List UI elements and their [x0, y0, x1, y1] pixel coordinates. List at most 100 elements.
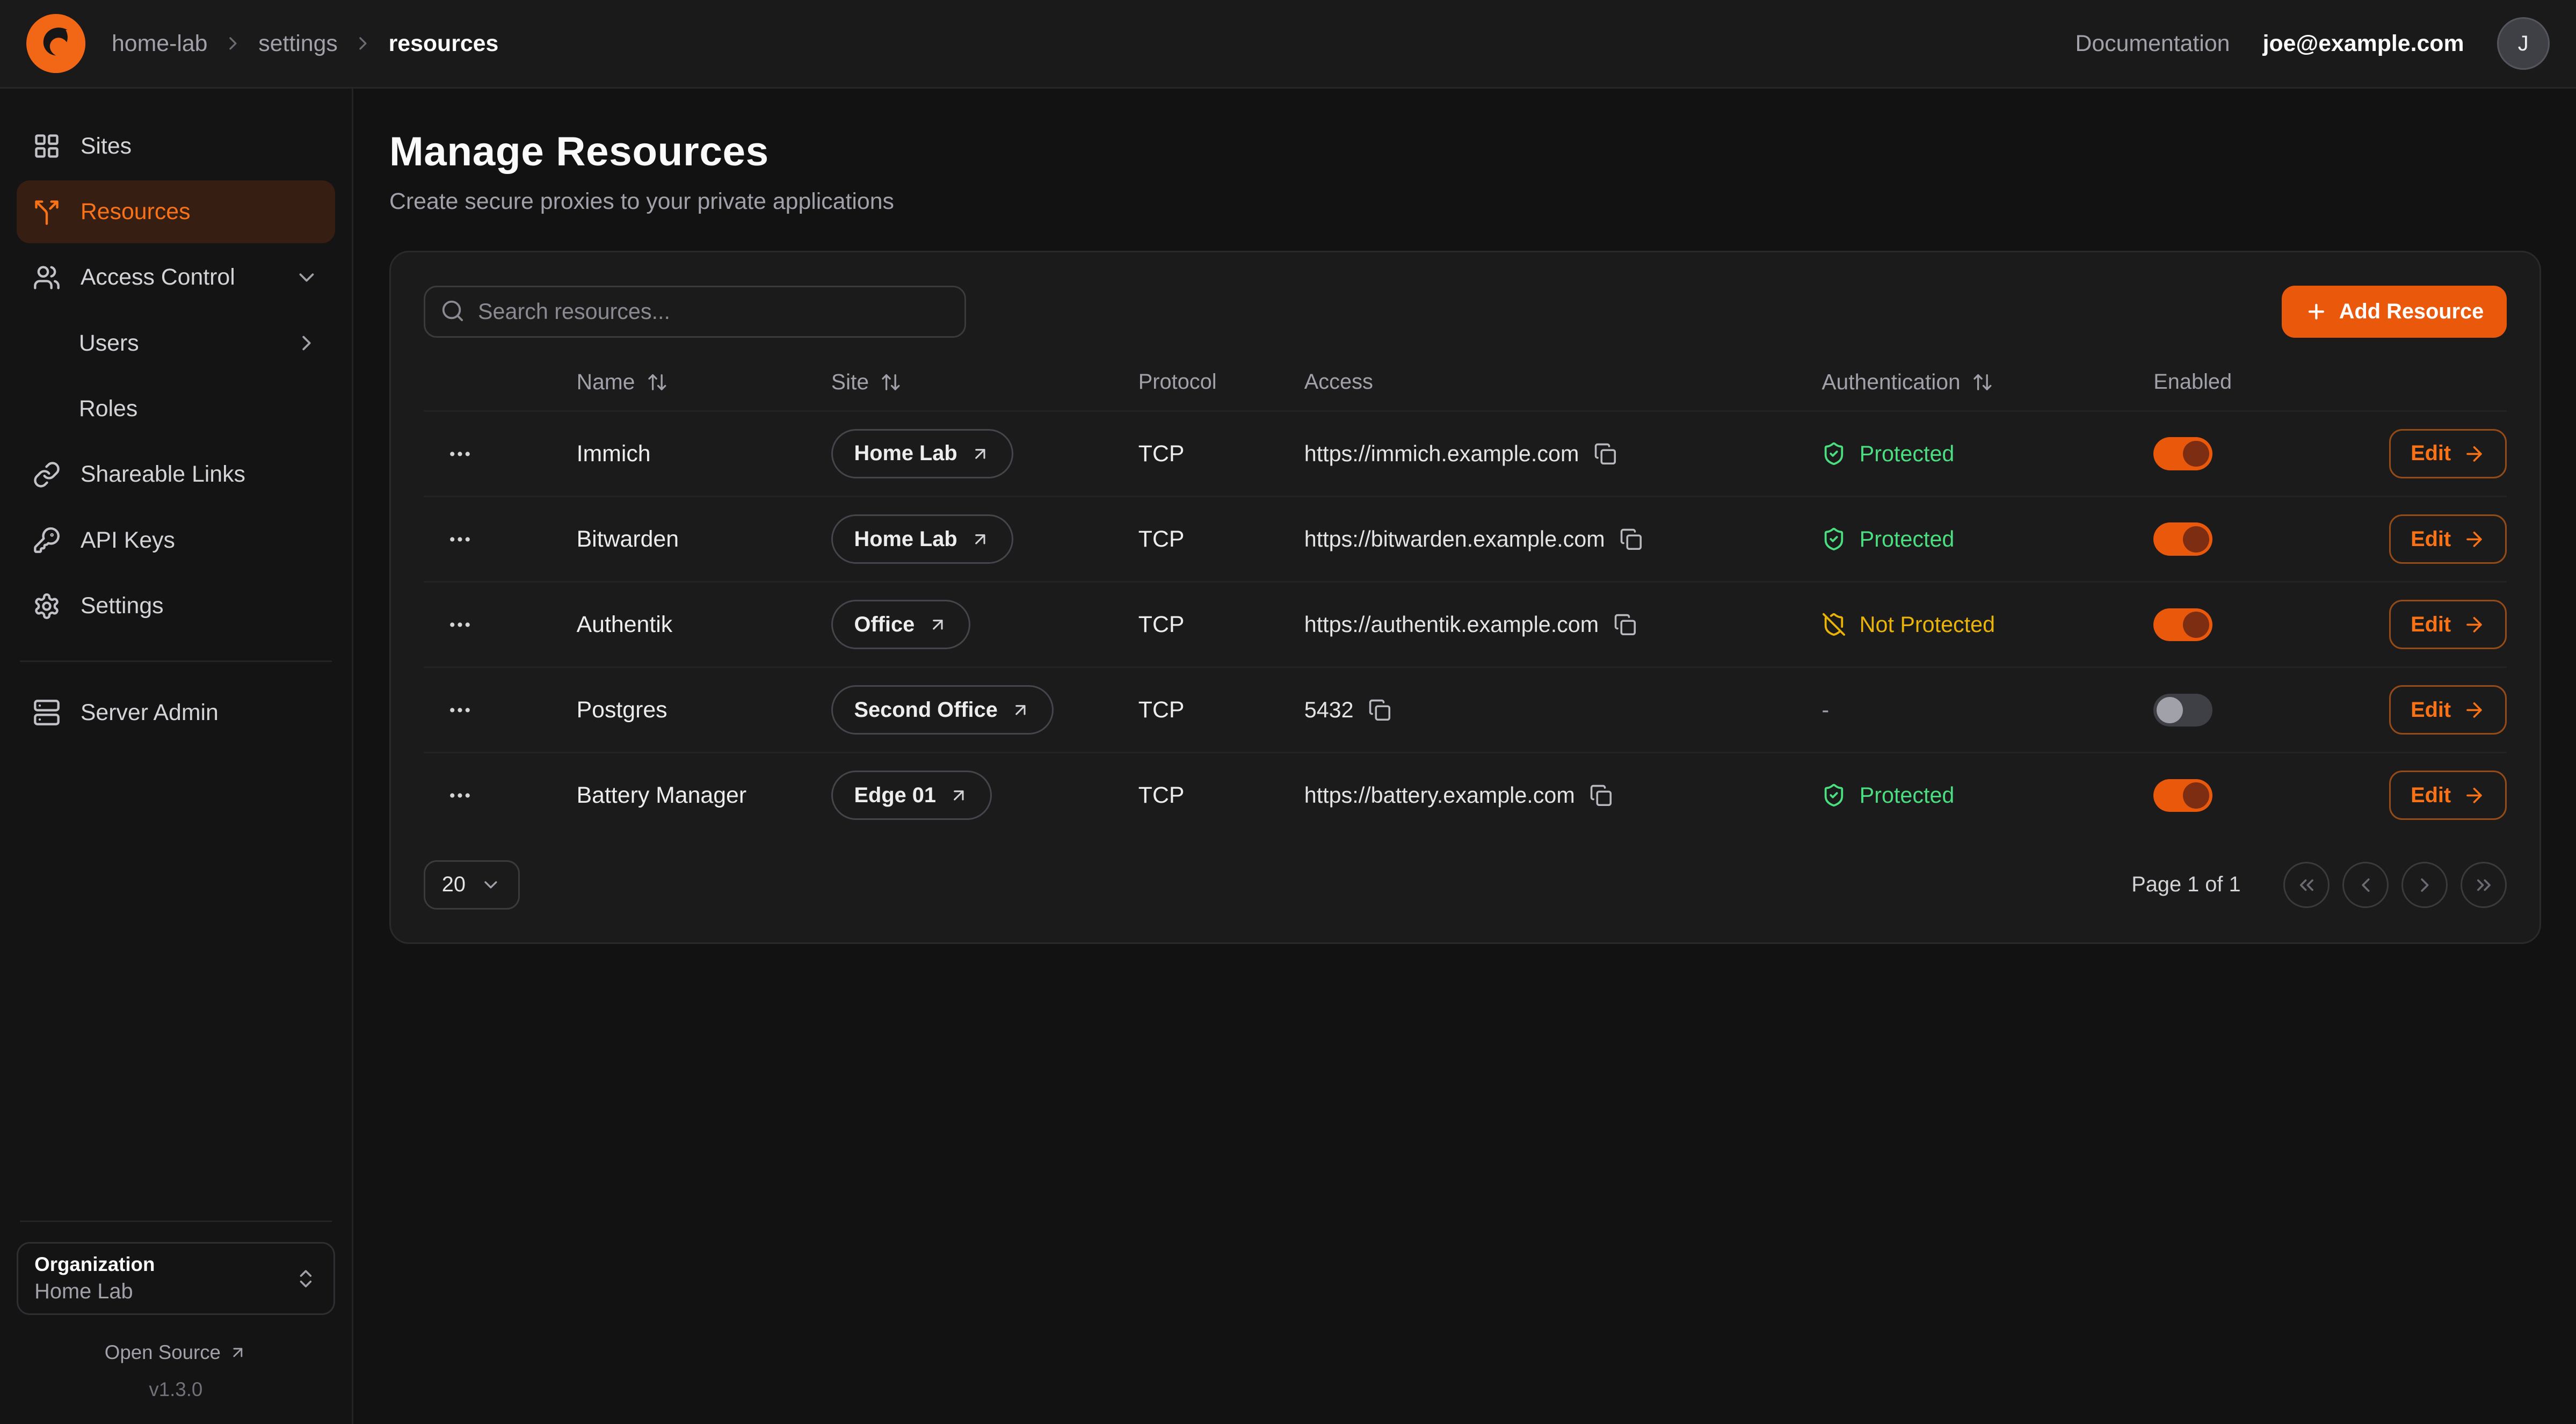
- app-logo[interactable]: [26, 14, 85, 73]
- copy-button[interactable]: [1620, 528, 1643, 551]
- breadcrumb-org[interactable]: home-lab: [112, 31, 207, 57]
- add-resource-label: Add Resource: [2339, 300, 2484, 324]
- row-menu-button[interactable]: [447, 441, 473, 467]
- resource-protocol: TCP: [1138, 612, 1304, 638]
- site-link[interactable]: Home Lab: [831, 514, 1013, 564]
- table-toolbar: Add Resource: [424, 286, 2507, 338]
- row-menu-button[interactable]: [447, 612, 473, 638]
- sidebar: Sites Resources Access Control Users Rol…: [0, 89, 353, 1424]
- edit-button[interactable]: Edit: [2389, 514, 2507, 564]
- auth-cell: Not Protected: [1822, 612, 2153, 637]
- site-link[interactable]: Edge 01: [831, 771, 992, 820]
- external-link-icon: [970, 529, 990, 549]
- previous-page-button[interactable]: [2342, 862, 2389, 908]
- copy-icon: [1590, 784, 1613, 807]
- sidebar-item-label: Roles: [79, 396, 137, 422]
- open-source-label: Open Source: [105, 1341, 221, 1364]
- breadcrumb-separator: [222, 33, 244, 54]
- table-footer: 20 Page 1 of 1: [424, 860, 2507, 910]
- sidebar-item-label: Users: [79, 330, 139, 357]
- sidebar-item-access-control[interactable]: Access Control: [17, 246, 336, 309]
- gear-icon: [33, 592, 61, 620]
- sidebar-item-settings[interactable]: Settings: [17, 575, 336, 637]
- page-subtitle: Create secure proxies to your private ap…: [389, 188, 2541, 215]
- sidebar-item-shareable-links[interactable]: Shareable Links: [17, 444, 336, 506]
- page-size-select[interactable]: 20: [424, 860, 520, 910]
- site-link[interactable]: Home Lab: [831, 429, 1013, 478]
- add-resource-button[interactable]: Add Resource: [2282, 286, 2507, 338]
- table-row: Bitwarden Home Lab TCP https://bitwarden…: [424, 496, 2507, 581]
- breadcrumb: home-lab settings resources: [112, 31, 498, 57]
- enabled-toggle[interactable]: [2153, 608, 2212, 641]
- site-link[interactable]: Second Office: [831, 685, 1054, 735]
- row-menu-button[interactable]: [447, 697, 473, 723]
- row-menu-button[interactable]: [447, 782, 473, 809]
- topbar: home-lab settings resources Documentatio…: [0, 0, 2576, 89]
- user-avatar[interactable]: J: [2497, 17, 2550, 70]
- user-email[interactable]: joe@example.com: [2263, 31, 2464, 57]
- edit-button[interactable]: Edit: [2389, 429, 2507, 478]
- auth-badge: Protected: [1822, 527, 2153, 552]
- ellipsis-icon: [447, 697, 473, 723]
- sidebar-item-api-keys[interactable]: API Keys: [17, 509, 336, 571]
- open-source-link[interactable]: Open Source: [17, 1341, 336, 1364]
- external-link-icon: [928, 615, 948, 635]
- copy-button[interactable]: [1594, 442, 1617, 466]
- row-menu-cell: [424, 782, 576, 809]
- table-row: Authentik Office TCP https://authentik.e…: [424, 581, 2507, 666]
- sidebar-item-sites[interactable]: Sites: [17, 115, 336, 177]
- version-label: v1.3.0: [17, 1378, 336, 1401]
- enabled-cell: [2153, 522, 2350, 555]
- breadcrumb-settings[interactable]: settings: [258, 31, 338, 57]
- auth-cell: Protected: [1822, 441, 2153, 467]
- first-page-button[interactable]: [2283, 862, 2330, 908]
- search-input[interactable]: [424, 286, 966, 338]
- last-page-button[interactable]: [2461, 862, 2507, 908]
- edit-cell: Edit: [2350, 600, 2507, 649]
- organization-selector[interactable]: Organization Home Lab: [17, 1242, 336, 1315]
- resource-protocol: TCP: [1138, 526, 1304, 553]
- breadcrumb-current: resources: [389, 31, 499, 57]
- enabled-toggle[interactable]: [2153, 694, 2212, 726]
- chevron-right-icon: [222, 33, 244, 54]
- chevron-left-icon: [2354, 874, 2377, 897]
- copy-button[interactable]: [1614, 613, 1637, 636]
- header-name-sort[interactable]: Name: [577, 369, 831, 395]
- sidebar-item-resources[interactable]: Resources: [17, 180, 336, 243]
- access-cell: https://authentik.example.com: [1304, 612, 1822, 637]
- sort-icon: [1972, 372, 1993, 393]
- header-label: Site: [831, 369, 869, 395]
- toggle-knob: [2183, 612, 2209, 638]
- sidebar-item-server-admin[interactable]: Server Admin: [17, 681, 336, 744]
- sidebar-bottom: Organization Home Lab Open Source v1.3.0: [17, 1201, 336, 1401]
- users-icon: [33, 264, 61, 292]
- enabled-toggle[interactable]: [2153, 522, 2212, 555]
- breadcrumb-separator: [352, 33, 374, 54]
- enabled-toggle[interactable]: [2153, 779, 2212, 812]
- header-authentication-sort[interactable]: Authentication: [1822, 369, 2153, 395]
- auth-status-label: Protected: [1860, 527, 1955, 552]
- edit-label: Edit: [2411, 698, 2451, 722]
- sidebar-item-users[interactable]: Users: [17, 312, 336, 374]
- edit-cell: Edit: [2350, 514, 2507, 564]
- edit-label: Edit: [2411, 613, 2451, 637]
- edit-button[interactable]: Edit: [2389, 771, 2507, 820]
- copy-icon: [1614, 613, 1637, 636]
- header-site-sort[interactable]: Site: [831, 369, 1138, 395]
- next-page-button[interactable]: [2401, 862, 2448, 908]
- row-menu-button[interactable]: [447, 526, 473, 553]
- pangolin-logo-icon: [26, 14, 85, 73]
- toggle-knob: [2183, 526, 2209, 553]
- enabled-toggle[interactable]: [2153, 437, 2212, 470]
- edit-button[interactable]: Edit: [2389, 600, 2507, 649]
- edit-button[interactable]: Edit: [2389, 685, 2507, 735]
- resource-name: Bitwarden: [577, 526, 831, 553]
- copy-button[interactable]: [1590, 784, 1613, 807]
- ellipsis-icon: [447, 612, 473, 638]
- copy-button[interactable]: [1368, 699, 1391, 722]
- resource-name: Postgres: [577, 697, 831, 723]
- sidebar-item-roles[interactable]: Roles: [17, 377, 336, 440]
- site-link[interactable]: Office: [831, 600, 970, 649]
- table-row: Postgres Second Office TCP 5432 -: [424, 666, 2507, 752]
- documentation-link[interactable]: Documentation: [2075, 31, 2230, 57]
